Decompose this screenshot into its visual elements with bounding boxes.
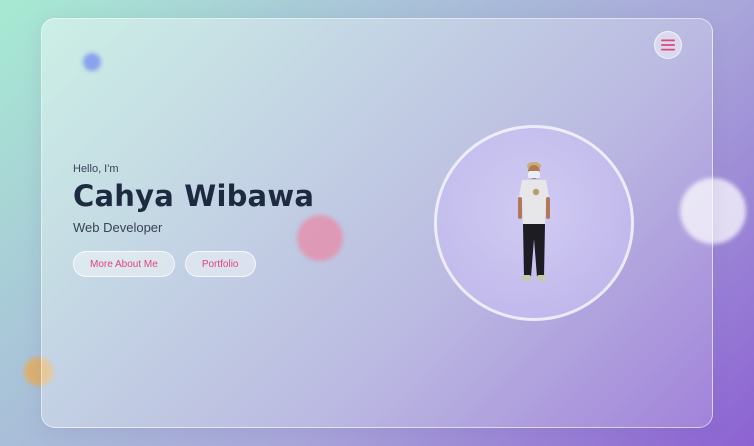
greeting-text: Hello, I'm [73,163,119,175]
decorative-blue-blob [83,53,101,71]
glass-card: Hello, I'm Cahya Wibawa Web Developer Mo… [41,18,713,428]
menu-button[interactable] [654,31,682,59]
more-about-me-button[interactable]: More About Me [73,251,175,277]
hamburger-icon [661,39,675,51]
avatar [434,125,634,321]
role-text: Web Developer [73,220,163,235]
portfolio-button[interactable]: Portfolio [184,251,256,277]
person-photo [518,162,550,281]
hero-actions: More About Me Portfolio [73,251,373,277]
hero-section: Hello, I'm Cahya Wibawa Web Developer Mo… [73,163,373,277]
name-heading: Cahya Wibawa [73,179,315,213]
